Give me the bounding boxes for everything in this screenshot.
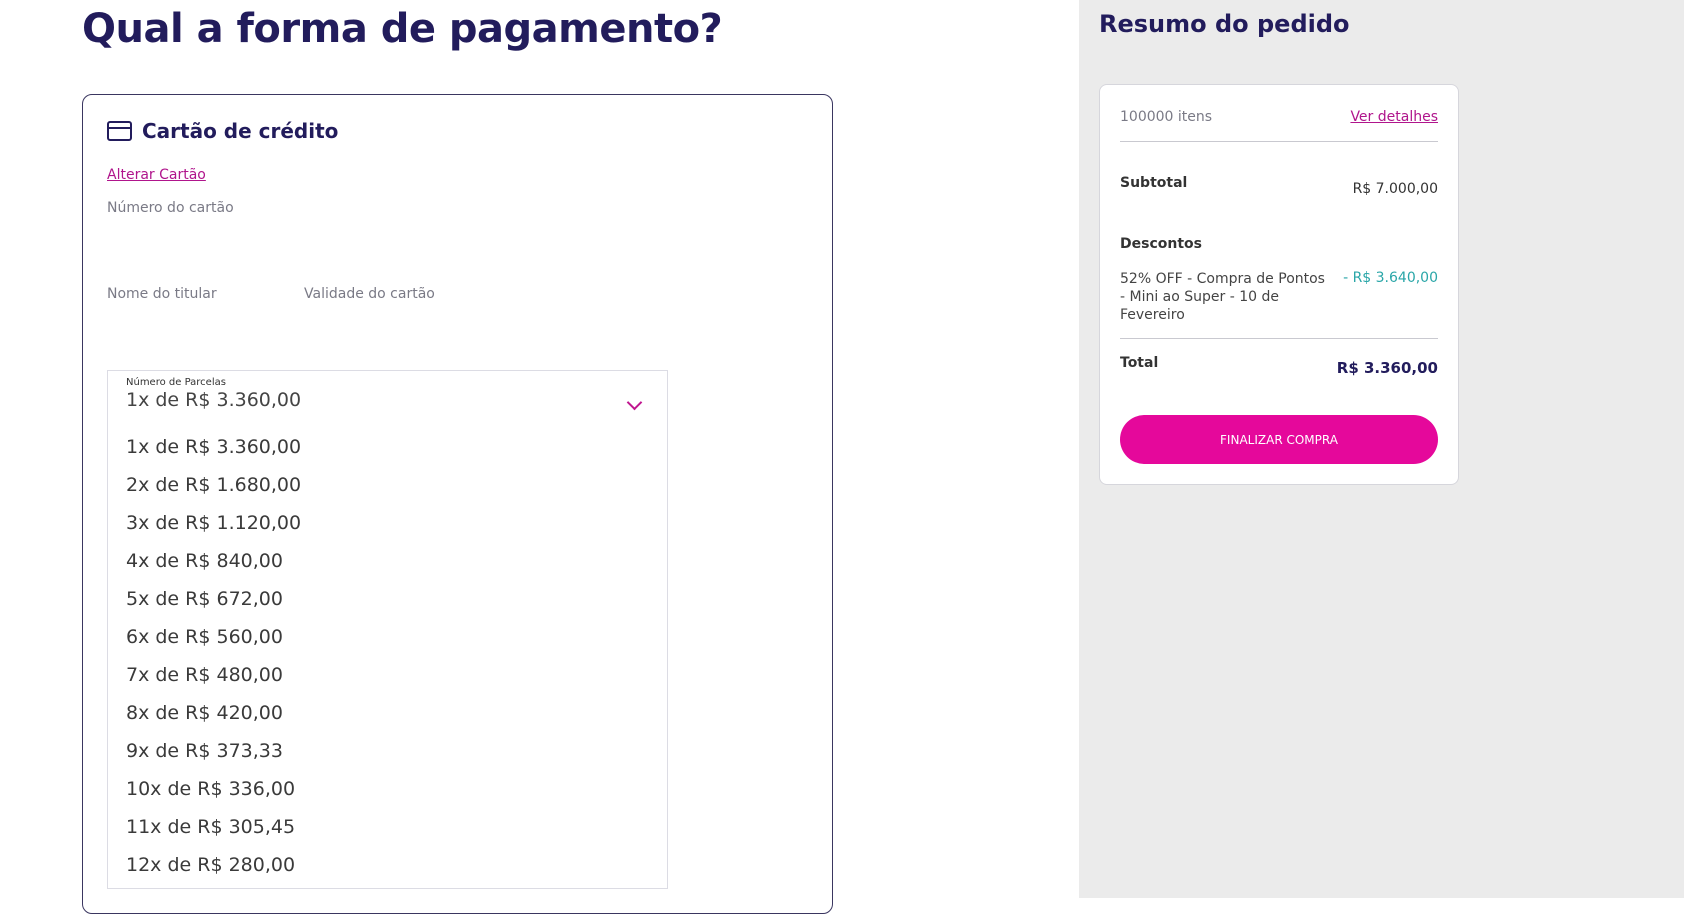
- order-summary-panel: Resumo do pedido 100000 itens Ver detalh…: [1079, 0, 1684, 898]
- installment-option[interactable]: 7x de R$ 480,00: [126, 656, 301, 694]
- installment-option[interactable]: 8x de R$ 420,00: [126, 694, 301, 732]
- installments-caption: Número de Parcelas: [126, 377, 226, 388]
- installment-option[interactable]: 9x de R$ 373,33: [126, 732, 301, 770]
- payment-method-header: Cartão de crédito: [107, 119, 338, 143]
- divider: [1120, 141, 1438, 142]
- subtotal-label: Subtotal: [1120, 175, 1188, 191]
- order-summary-title: Resumo do pedido: [1099, 10, 1350, 38]
- change-card-link[interactable]: Alterar Cartão: [107, 167, 206, 183]
- payment-card: Cartão de crédito Alterar Cartão Número …: [82, 94, 833, 914]
- installment-option[interactable]: 1x de R$ 3.360,00: [126, 428, 301, 466]
- holder-name-label: Nome do titular: [107, 286, 217, 302]
- credit-card-icon: [107, 121, 132, 141]
- total-value: R$ 3.360,00: [1336, 359, 1438, 377]
- installments-selected-value[interactable]: 1x de R$ 3.360,00: [126, 389, 301, 411]
- payment-method-title: Cartão de crédito: [142, 119, 339, 143]
- installment-option[interactable]: 2x de R$ 1.680,00: [126, 466, 301, 504]
- installment-option[interactable]: 12x de R$ 280,00: [126, 846, 301, 884]
- installment-option[interactable]: 3x de R$ 1.120,00: [126, 504, 301, 542]
- chevron-down-icon[interactable]: [626, 394, 643, 411]
- finish-purchase-button[interactable]: FINALIZAR COMPRA: [1120, 415, 1438, 464]
- discount-description: 52% OFF - Compra de Pontos - Mini ao Sup…: [1120, 271, 1325, 323]
- divider: [1120, 338, 1438, 339]
- installment-option[interactable]: 10x de R$ 336,00: [126, 770, 301, 808]
- installment-option[interactable]: 4x de R$ 840,00: [126, 542, 301, 580]
- page-title: Qual a forma de pagamento?: [82, 6, 723, 52]
- discounts-label: Descontos: [1120, 236, 1202, 252]
- subtotal-value: R$ 7.000,00: [1352, 181, 1438, 197]
- installment-option[interactable]: 6x de R$ 560,00: [126, 618, 301, 656]
- view-details-link[interactable]: Ver detalhes: [1350, 109, 1438, 125]
- installment-option[interactable]: 5x de R$ 672,00: [126, 580, 301, 618]
- installment-option[interactable]: 11x de R$ 305,45: [126, 808, 301, 846]
- expiry-label: Validade do cartão: [304, 286, 435, 302]
- discount-value: - R$ 3.640,00: [1343, 270, 1438, 286]
- card-number-label: Número do cartão: [107, 200, 234, 216]
- installments-select[interactable]: Número de Parcelas 1x de R$ 3.360,00 1x …: [107, 370, 668, 889]
- items-count: 100000 itens: [1120, 109, 1213, 125]
- total-label: Total: [1120, 355, 1159, 371]
- installments-option-list: 1x de R$ 3.360,00 2x de R$ 1.680,00 3x d…: [126, 428, 301, 884]
- order-summary-card: 100000 itens Ver detalhes Subtotal R$ 7.…: [1099, 84, 1459, 485]
